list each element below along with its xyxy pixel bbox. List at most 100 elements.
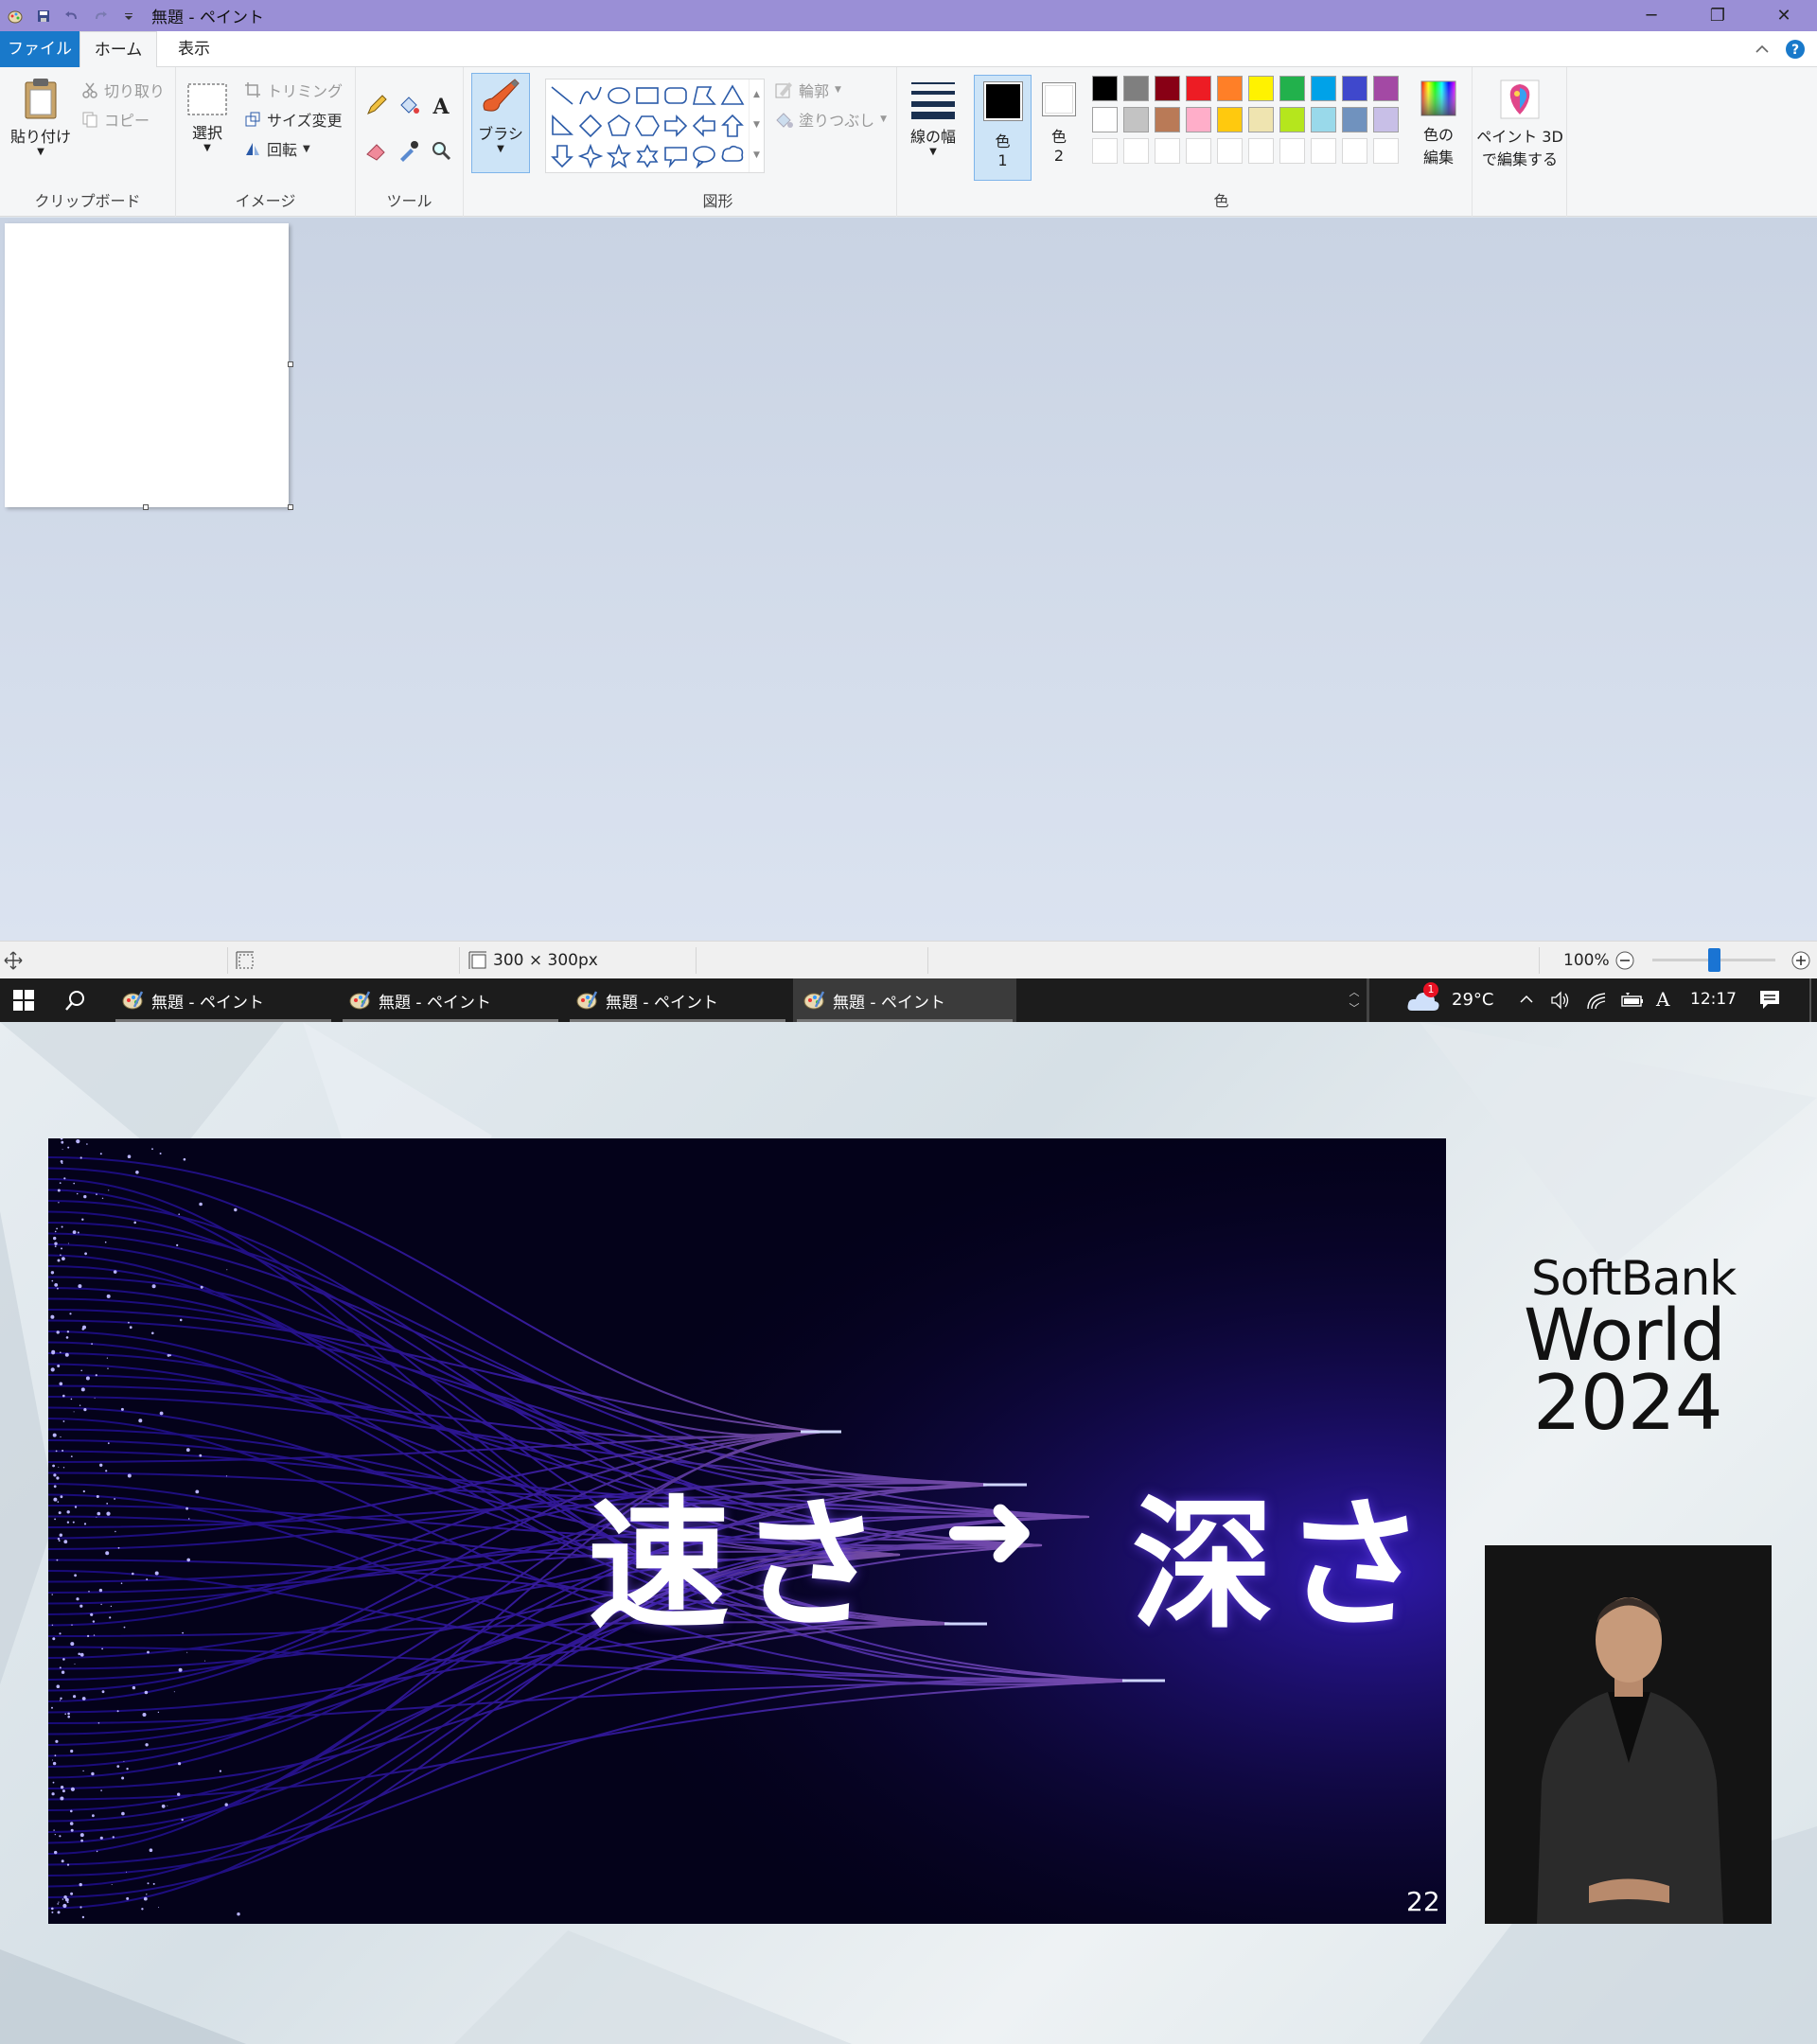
palette-custom-slot[interactable]	[1155, 138, 1180, 164]
triangle-shape-icon[interactable]	[720, 83, 745, 108]
help-icon[interactable]: ?	[1785, 39, 1806, 60]
palette-custom-slot[interactable]	[1342, 138, 1367, 164]
rotate-button[interactable]: 回転 ▼	[244, 137, 310, 160]
volume-icon[interactable]	[1550, 990, 1571, 1011]
resize-handle-bottom[interactable]	[143, 504, 149, 510]
close-button[interactable]: ✕	[1751, 0, 1817, 31]
taskbar-overflow-scroll[interactable]: ︿ ﹀	[1344, 984, 1365, 1016]
palette-swatch[interactable]	[1311, 107, 1336, 132]
diamond-shape-icon[interactable]	[578, 114, 603, 138]
palette-swatch[interactable]	[1311, 76, 1336, 101]
fill-bucket-icon[interactable]	[397, 94, 420, 116]
color-picker-icon[interactable]	[397, 139, 420, 162]
up-arrow-shape-icon[interactable]	[720, 114, 745, 138]
polygon-shape-icon[interactable]	[692, 83, 716, 108]
palette-swatch[interactable]	[1373, 107, 1399, 132]
four-point-star-shape-icon[interactable]	[578, 144, 603, 168]
resize-button[interactable]: サイズ変更	[244, 108, 343, 131]
text-icon[interactable]: A	[430, 94, 452, 116]
action-center-icon[interactable]	[1758, 988, 1781, 1011]
rectangle-shape-icon[interactable]	[635, 83, 660, 108]
taskbar-app-paint[interactable]: 無題 - ペイント	[112, 978, 335, 1022]
show-desktop-button[interactable]	[1809, 978, 1811, 1022]
palette-swatch[interactable]	[1373, 76, 1399, 101]
palette-swatch[interactable]	[1279, 107, 1305, 132]
pentagon-shape-icon[interactable]	[607, 114, 631, 138]
taskbar-app-paint[interactable]: 無題 - ペイント	[793, 978, 1016, 1022]
drawing-canvas[interactable]	[5, 223, 289, 507]
palette-swatch[interactable]	[1155, 107, 1180, 132]
rectangular-callout-shape-icon[interactable]	[663, 144, 688, 168]
minimize-button[interactable]: ─	[1618, 0, 1685, 31]
search-icon[interactable]	[64, 989, 87, 1012]
ime-indicator[interactable]: A	[1656, 988, 1669, 1011]
rounded-rectangle-shape-icon[interactable]	[663, 83, 688, 108]
tab-view[interactable]: 表示	[161, 31, 227, 67]
palette-swatch[interactable]	[1186, 107, 1211, 132]
down-arrow-shape-icon[interactable]	[550, 144, 574, 168]
customize-toolbar-icon[interactable]	[121, 9, 136, 24]
windows-start-icon[interactable]	[13, 990, 34, 1011]
outline-button[interactable]: 輪郭 ▼	[774, 79, 841, 101]
palette-swatch[interactable]	[1092, 76, 1118, 101]
palette-custom-slot[interactable]	[1373, 138, 1399, 164]
collapse-ribbon-icon[interactable]	[1755, 42, 1770, 57]
palette-swatch[interactable]	[1279, 76, 1305, 101]
wifi-icon[interactable]	[1586, 990, 1607, 1011]
zoom-slider-track[interactable]	[1652, 948, 1775, 972]
redo-icon[interactable]	[93, 9, 108, 24]
resize-handle-right[interactable]	[288, 361, 293, 367]
shapes-scroll[interactable]: ▲ ▼ ▼	[749, 79, 764, 172]
zoom-in-icon[interactable]	[1791, 950, 1811, 971]
oval-shape-icon[interactable]	[607, 83, 631, 108]
palette-custom-slot[interactable]	[1186, 138, 1211, 164]
palette-swatch[interactable]	[1217, 76, 1243, 101]
palette-custom-slot[interactable]	[1248, 138, 1274, 164]
palette-custom-slot[interactable]	[1311, 138, 1336, 164]
paste-button[interactable]: 貼り付け ▼	[8, 77, 74, 157]
save-icon[interactable]	[36, 9, 51, 24]
taskbar-app-paint[interactable]: 無題 - ペイント	[339, 978, 562, 1022]
edit-with-paint3d-button[interactable]: ペイント 3D で編集する	[1476, 79, 1563, 169]
palette-swatch[interactable]	[1342, 107, 1367, 132]
color2-button[interactable]: 色 2	[1035, 80, 1083, 165]
tab-file[interactable]: ファイル	[0, 31, 79, 67]
color1-button[interactable]: 色 1	[974, 75, 1032, 181]
palette-swatch[interactable]	[1186, 76, 1211, 101]
palette-swatch[interactable]	[1342, 76, 1367, 101]
cut-button[interactable]: 切り取り	[81, 79, 165, 101]
palette-custom-slot[interactable]	[1279, 138, 1305, 164]
copy-button[interactable]: コピー	[81, 108, 150, 131]
six-point-star-shape-icon[interactable]	[635, 144, 660, 168]
zoom-out-icon[interactable]	[1614, 950, 1635, 971]
tab-home[interactable]: ホーム	[79, 31, 157, 68]
palette-swatch[interactable]	[1248, 76, 1274, 101]
zoom-slider-thumb[interactable]	[1708, 948, 1720, 972]
clock-time[interactable]: 12:17	[1690, 990, 1737, 1009]
hexagon-shape-icon[interactable]	[635, 114, 660, 138]
palette-swatch[interactable]	[1123, 107, 1149, 132]
resize-handle-corner[interactable]	[288, 504, 293, 510]
battery-icon[interactable]	[1620, 990, 1645, 1011]
undo-icon[interactable]	[64, 9, 79, 24]
fill-button[interactable]: 塗りつぶし ▼	[774, 108, 887, 131]
edit-colors-button[interactable]: 色の 編集	[1410, 79, 1467, 167]
crop-button[interactable]: トリミング	[244, 79, 343, 101]
restore-button[interactable]: ❐	[1685, 0, 1751, 31]
oval-callout-shape-icon[interactable]	[692, 144, 716, 168]
select-button[interactable]: 選択 ▼	[185, 82, 229, 153]
show-hidden-icons-icon[interactable]	[1519, 992, 1534, 1007]
palette-swatch[interactable]	[1123, 76, 1149, 101]
palette-swatch[interactable]	[1217, 107, 1243, 132]
brush-button[interactable]: ブラシ ▼	[471, 73, 530, 173]
curve-shape-icon[interactable]	[578, 83, 603, 108]
palette-custom-slot[interactable]	[1217, 138, 1243, 164]
line-width-button[interactable]: 線の幅 ▼	[903, 79, 963, 157]
right-arrow-shape-icon[interactable]	[663, 114, 688, 138]
right-triangle-shape-icon[interactable]	[550, 114, 574, 138]
cloud-callout-shape-icon[interactable]	[720, 144, 745, 168]
magnifier-icon[interactable]	[430, 139, 452, 162]
eraser-icon[interactable]	[365, 139, 388, 162]
left-arrow-shape-icon[interactable]	[692, 114, 716, 138]
palette-custom-slot[interactable]	[1123, 138, 1149, 164]
